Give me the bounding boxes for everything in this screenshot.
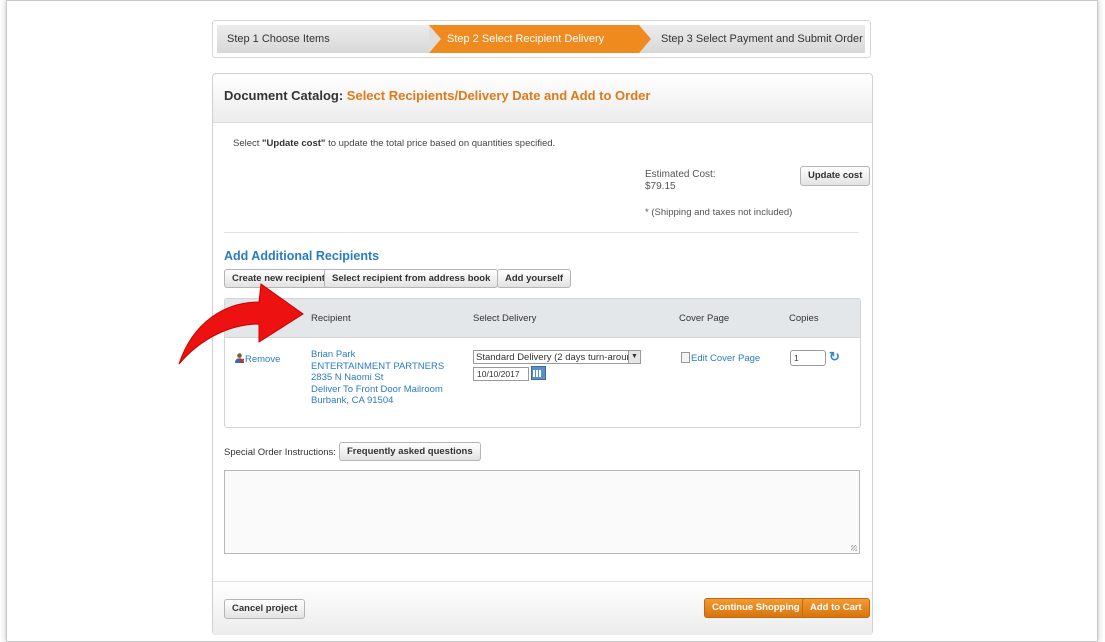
delivery-select[interactable]: Standard Delivery (2 days turn-around) ▼ bbox=[473, 350, 641, 364]
refresh-icon[interactable]: ↻ bbox=[829, 349, 840, 365]
shipping-note: * (Shipping and taxes not included) bbox=[645, 207, 793, 218]
step-arrow-1 bbox=[429, 25, 441, 53]
recipients-table-header: Recipient Select Delivery Cover Page Cop… bbox=[225, 299, 860, 338]
cancel-project-button[interactable]: Cancel project bbox=[224, 599, 306, 619]
hint-post: to update the total price based on quant… bbox=[325, 138, 556, 149]
red-arrow-annotation bbox=[178, 283, 304, 365]
step-arrow-2 bbox=[639, 25, 651, 53]
page-title-prefix: Document Catalog: bbox=[224, 88, 344, 103]
col-recipient: Recipient bbox=[311, 313, 351, 324]
recipient-street: 2835 N Naomi St bbox=[311, 372, 384, 383]
address-book-button[interactable]: Select recipient from address book bbox=[324, 269, 499, 288]
page-title-highlight: Select Recipients/Delivery Date and Add … bbox=[346, 88, 651, 103]
document-icon bbox=[681, 352, 690, 363]
add-recipients-title: Add Additional Recipients bbox=[224, 249, 380, 263]
update-cost-button[interactable]: Update cost bbox=[800, 166, 871, 186]
step-select-recipient: Step 2 Select Recipient Delivery bbox=[429, 25, 639, 53]
update-cost-hint: Select "Update cost" to update the total… bbox=[233, 138, 555, 149]
col-copies: Copies bbox=[789, 313, 819, 324]
recipient-instructions: Deliver To Front Door Mailroom bbox=[311, 383, 443, 395]
estimated-cost-value: $79.15 bbox=[645, 181, 676, 192]
copies-input[interactable]: 1 bbox=[790, 350, 826, 366]
recipient-city: Burbank, CA 91504 bbox=[311, 395, 394, 406]
section-divider bbox=[224, 232, 859, 233]
recipients-table: Recipient Select Delivery Cover Page Cop… bbox=[224, 298, 861, 428]
faq-button[interactable]: Frequently asked questions bbox=[339, 442, 481, 461]
delivery-date-input[interactable]: 10/10/2017 bbox=[473, 367, 529, 381]
add-yourself-button[interactable]: Add yourself bbox=[497, 269, 572, 288]
calendar-icon[interactable] bbox=[531, 366, 546, 380]
step-select-payment[interactable]: Step 3 Select Payment and Submit Order bbox=[639, 25, 865, 53]
edit-cover-label: Edit Cover Page bbox=[691, 353, 761, 364]
special-instructions-label: Special Order Instructions: bbox=[224, 447, 336, 458]
hint-bold: "Update cost" bbox=[262, 138, 326, 149]
chevron-down-icon: ▼ bbox=[628, 351, 640, 363]
col-select-delivery: Select Delivery bbox=[473, 313, 537, 324]
step-choose-items[interactable]: Step 1 Choose Items bbox=[217, 25, 429, 53]
hint-pre: Select bbox=[233, 138, 263, 149]
continue-shopping-button[interactable]: Continue Shopping bbox=[704, 598, 808, 618]
estimated-cost-label: Estimated Cost: bbox=[645, 169, 716, 180]
special-instructions-textarea[interactable] bbox=[224, 470, 860, 554]
add-to-cart-button[interactable]: Add to Cart bbox=[802, 598, 870, 618]
panel-footer: Cancel project Continue Shopping Add to … bbox=[213, 581, 872, 635]
recipient-name: Brian Park bbox=[311, 349, 356, 360]
resize-grip-icon[interactable] bbox=[851, 545, 857, 551]
col-cover-page: Cover Page bbox=[679, 313, 730, 324]
page-title: Document Catalog: Select Recipients/Deli… bbox=[224, 88, 650, 103]
panel-header: Document Catalog: Select Recipients/Deli… bbox=[213, 74, 872, 123]
recipient-company: ENTERTAINMENT PARTNERS bbox=[311, 360, 445, 372]
edit-cover-page-link[interactable]: Edit Cover Page bbox=[681, 352, 760, 364]
recipient-address[interactable]: Brian Park ENTERTAINMENT PARTNERS 2835 N… bbox=[311, 349, 444, 407]
delivery-select-value: Standard Delivery (2 days turn-around) bbox=[476, 352, 641, 363]
checkout-steps: Step 1 Choose Items Step 2 Select Recipi… bbox=[212, 20, 871, 58]
